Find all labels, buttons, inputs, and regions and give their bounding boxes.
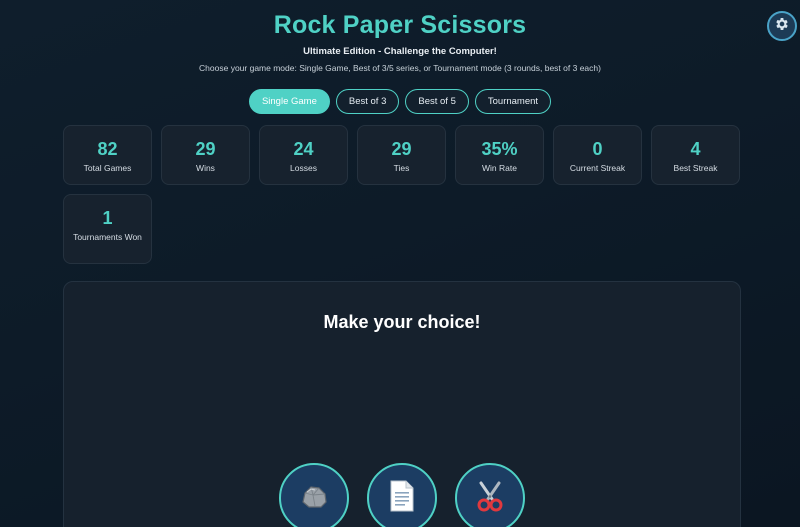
choice-prompt: Make your choice! xyxy=(323,312,481,332)
stat-label: Win Rate xyxy=(482,163,517,173)
stat-tournaments-won: 1 Tournaments Won xyxy=(63,194,152,264)
game-mode-selector: Single Game Best of 3 Best of 5 Tourname… xyxy=(0,89,800,114)
game-panel: Make your choice! xyxy=(63,281,741,527)
stat-value: 35% xyxy=(481,139,518,159)
stat-losses: 24 Losses xyxy=(259,125,348,185)
header: Rock Paper Scissors Ultimate Edition - C… xyxy=(0,10,800,74)
scissors-icon xyxy=(473,479,507,518)
mode-description: Choose your game mode: Single Game, Best… xyxy=(199,63,601,73)
choice-buttons xyxy=(64,463,740,527)
stat-value: 0 xyxy=(592,139,603,159)
stat-label: Total Games xyxy=(83,163,132,173)
mode-best-of-5-button[interactable]: Best of 5 xyxy=(405,89,469,114)
stat-label: Tournaments Won xyxy=(73,232,142,242)
stat-value: 24 xyxy=(293,139,314,159)
stat-value: 1 xyxy=(102,208,113,228)
stat-wins: 29 Wins xyxy=(161,125,250,185)
mode-tournament-button[interactable]: Tournament xyxy=(474,89,552,114)
stat-value: 29 xyxy=(391,139,412,159)
stat-current-streak: 0 Current Streak xyxy=(553,125,642,185)
stat-win-rate: 35% Win Rate xyxy=(455,125,544,185)
mode-single-game-button[interactable]: Single Game xyxy=(248,89,330,114)
page-title: Rock Paper Scissors xyxy=(273,11,527,39)
stat-label: Current Streak xyxy=(569,163,626,173)
scissors-button[interactable] xyxy=(455,463,525,527)
paper-button[interactable] xyxy=(367,463,437,527)
mode-best-of-3-button[interactable]: Best of 3 xyxy=(335,89,400,114)
stat-label: Best Streak xyxy=(673,163,718,173)
rock-icon xyxy=(297,479,331,518)
paper-icon xyxy=(387,479,417,518)
stat-total-games: 82 Total Games xyxy=(63,125,152,185)
stat-value: 4 xyxy=(690,139,701,159)
rock-button[interactable] xyxy=(279,463,349,527)
stat-label: Wins xyxy=(196,163,215,173)
stat-value: 82 xyxy=(97,139,118,159)
stat-ties: 29 Ties xyxy=(357,125,446,185)
stat-value: 29 xyxy=(195,139,216,159)
stat-label: Losses xyxy=(290,163,317,173)
stat-label: Ties xyxy=(393,163,410,173)
page-subtitle: Ultimate Edition - Challenge the Compute… xyxy=(303,46,497,57)
stat-best-streak: 4 Best Streak xyxy=(651,125,740,185)
